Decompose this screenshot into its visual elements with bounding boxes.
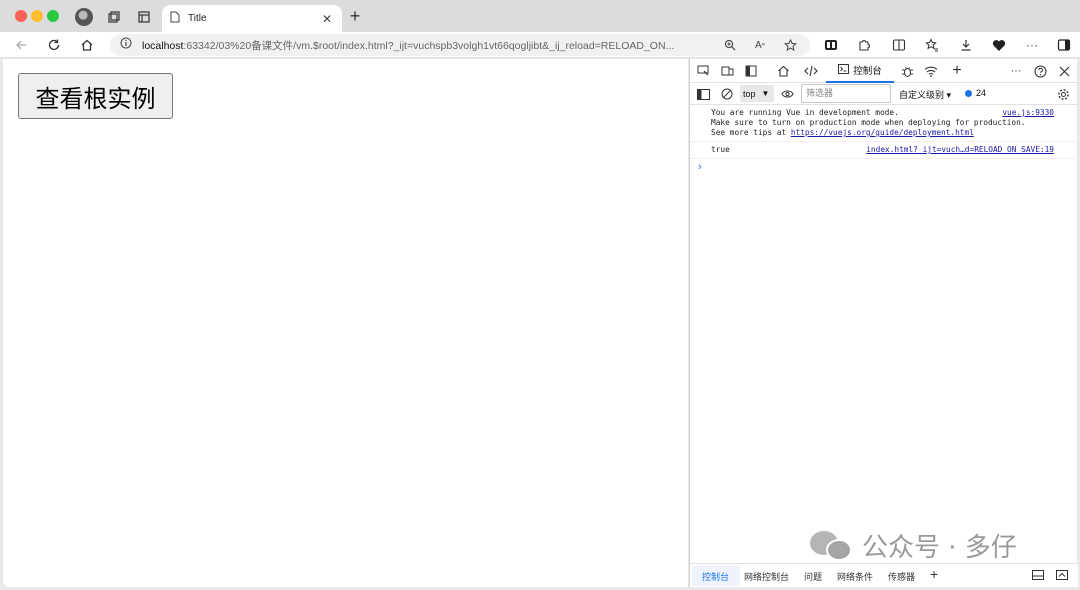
collections-icon[interactable] bbox=[105, 8, 123, 26]
console-settings-gear-icon[interactable] bbox=[1054, 85, 1072, 103]
live-expression-eye-icon[interactable] bbox=[778, 85, 796, 103]
help-icon[interactable] bbox=[1031, 62, 1049, 80]
downloads-icon[interactable] bbox=[957, 36, 975, 54]
url-text: localhost:63342/03%20备课文件/vm.$root/index… bbox=[142, 39, 675, 52]
favorites-icon[interactable] bbox=[923, 36, 941, 54]
back-button[interactable] bbox=[12, 36, 30, 54]
message-count-badge[interactable]: 24 bbox=[965, 88, 986, 98]
chevron-down-icon: ▼ bbox=[761, 89, 770, 98]
favorite-star-icon[interactable] bbox=[782, 37, 798, 53]
context-select[interactable]: top ▼ bbox=[740, 85, 774, 102]
clear-console-icon[interactable] bbox=[718, 85, 736, 103]
window-minimize-button[interactable] bbox=[31, 10, 43, 22]
drawer-dock-icon[interactable] bbox=[1032, 570, 1044, 582]
devtools-more-icon[interactable]: ··· bbox=[1007, 62, 1025, 80]
wechat-logo-icon bbox=[810, 529, 852, 563]
home-button[interactable] bbox=[78, 36, 96, 54]
add-tool-icon[interactable]: + bbox=[948, 62, 966, 80]
browser-tab[interactable]: Title ✕ bbox=[162, 5, 342, 32]
console-filter-input[interactable]: 筛选器 bbox=[801, 84, 891, 103]
more-menu-icon[interactable]: ··· bbox=[1023, 36, 1041, 54]
console-prompt-icon[interactable]: › bbox=[698, 161, 702, 173]
profile-avatar[interactable] bbox=[75, 8, 93, 26]
zoom-icon[interactable] bbox=[722, 37, 738, 53]
watermark: 公众号 · 多仔 bbox=[810, 527, 1017, 564]
log-source-link[interactable]: vue.js:9330 bbox=[1002, 108, 1054, 118]
log-levels-dropdown[interactable]: 自定义级别 ▾ bbox=[899, 88, 951, 101]
tab-close-icon[interactable]: ✕ bbox=[320, 12, 334, 26]
dock-side-icon[interactable] bbox=[742, 62, 760, 80]
drawer-tab-sensors[interactable]: 传感器 bbox=[888, 570, 915, 583]
new-tab-button[interactable]: + bbox=[346, 7, 364, 26]
address-bar[interactable]: localhost:63342/03%20备课文件/vm.$root/index… bbox=[110, 34, 810, 56]
inspect-element-icon[interactable] bbox=[694, 62, 712, 80]
view-root-instance-button[interactable]: 查看根实例 bbox=[18, 73, 173, 119]
console-log-entry: You are running Vue in development mode.… bbox=[690, 105, 1078, 142]
read-aloud-icon[interactable]: A» bbox=[752, 37, 768, 53]
message-icon bbox=[965, 89, 972, 97]
welcome-home-icon[interactable] bbox=[774, 62, 792, 80]
deployment-guide-link[interactable]: https://vuejs.org/guide/deployment.html bbox=[791, 128, 974, 137]
page-viewport: 查看根实例 bbox=[3, 59, 688, 587]
console-icon bbox=[838, 63, 850, 77]
console-sidebar-icon[interactable] bbox=[694, 85, 712, 103]
console-log-entry: true index.html?_ijt=vuch…d=RELOAD_ON_SA… bbox=[690, 142, 1078, 159]
console-output: You are running Vue in development mode.… bbox=[690, 105, 1078, 159]
devtools-tabbar: 控制台 + ··· bbox=[690, 59, 1078, 83]
drawer-close-icon[interactable] bbox=[1056, 570, 1068, 582]
devtools-panel: 控制台 + ··· top ▼ 筛选器 自定义级别 ▾ 24 You are r… bbox=[689, 59, 1078, 587]
devtools-close-icon[interactable] bbox=[1055, 62, 1073, 80]
sources-bug-icon[interactable] bbox=[898, 62, 916, 80]
info-icon[interactable] bbox=[120, 36, 132, 54]
split-screen-icon[interactable] bbox=[890, 36, 908, 54]
browser-titlebar: Title ✕ + bbox=[0, 0, 1080, 32]
console-filterbar: top ▼ 筛选器 自定义级别 ▾ 24 bbox=[690, 83, 1078, 105]
log-source-link[interactable]: index.html?_ijt=vuch…d=RELOAD_ON_SAVE:19 bbox=[866, 145, 1054, 155]
drawer-tab-console[interactable]: 控制台 bbox=[702, 570, 729, 583]
performance-heart-icon[interactable] bbox=[990, 36, 1008, 54]
drawer-add-tab-icon[interactable]: + bbox=[930, 566, 938, 582]
document-icon bbox=[170, 10, 180, 28]
window-maximize-button[interactable] bbox=[47, 10, 59, 22]
drawer-tab-network-conditions[interactable]: 网络条件 bbox=[837, 570, 873, 583]
extensions-puzzle-icon[interactable] bbox=[855, 36, 873, 54]
drawer-tab-network-console[interactable]: 网络控制台 bbox=[744, 570, 789, 583]
extension-app-icon[interactable] bbox=[822, 36, 840, 54]
reload-button[interactable] bbox=[45, 36, 63, 54]
tab-console[interactable]: 控制台 bbox=[826, 59, 894, 83]
tab-actions-icon[interactable] bbox=[135, 8, 153, 26]
window-close-button[interactable] bbox=[15, 10, 27, 22]
elements-code-icon[interactable] bbox=[802, 62, 820, 80]
browser-toolbar: localhost:63342/03%20备课文件/vm.$root/index… bbox=[0, 32, 1080, 58]
tab-title: Title bbox=[188, 13, 207, 24]
sidebar-toggle-icon[interactable] bbox=[1055, 36, 1073, 54]
devtools-drawer: 控制台 网络控制台 问题 网络条件 传感器 + bbox=[690, 563, 1078, 587]
device-emulation-icon[interactable] bbox=[718, 62, 736, 80]
network-wifi-icon[interactable] bbox=[922, 62, 940, 80]
drawer-tab-issues[interactable]: 问题 bbox=[804, 570, 822, 583]
